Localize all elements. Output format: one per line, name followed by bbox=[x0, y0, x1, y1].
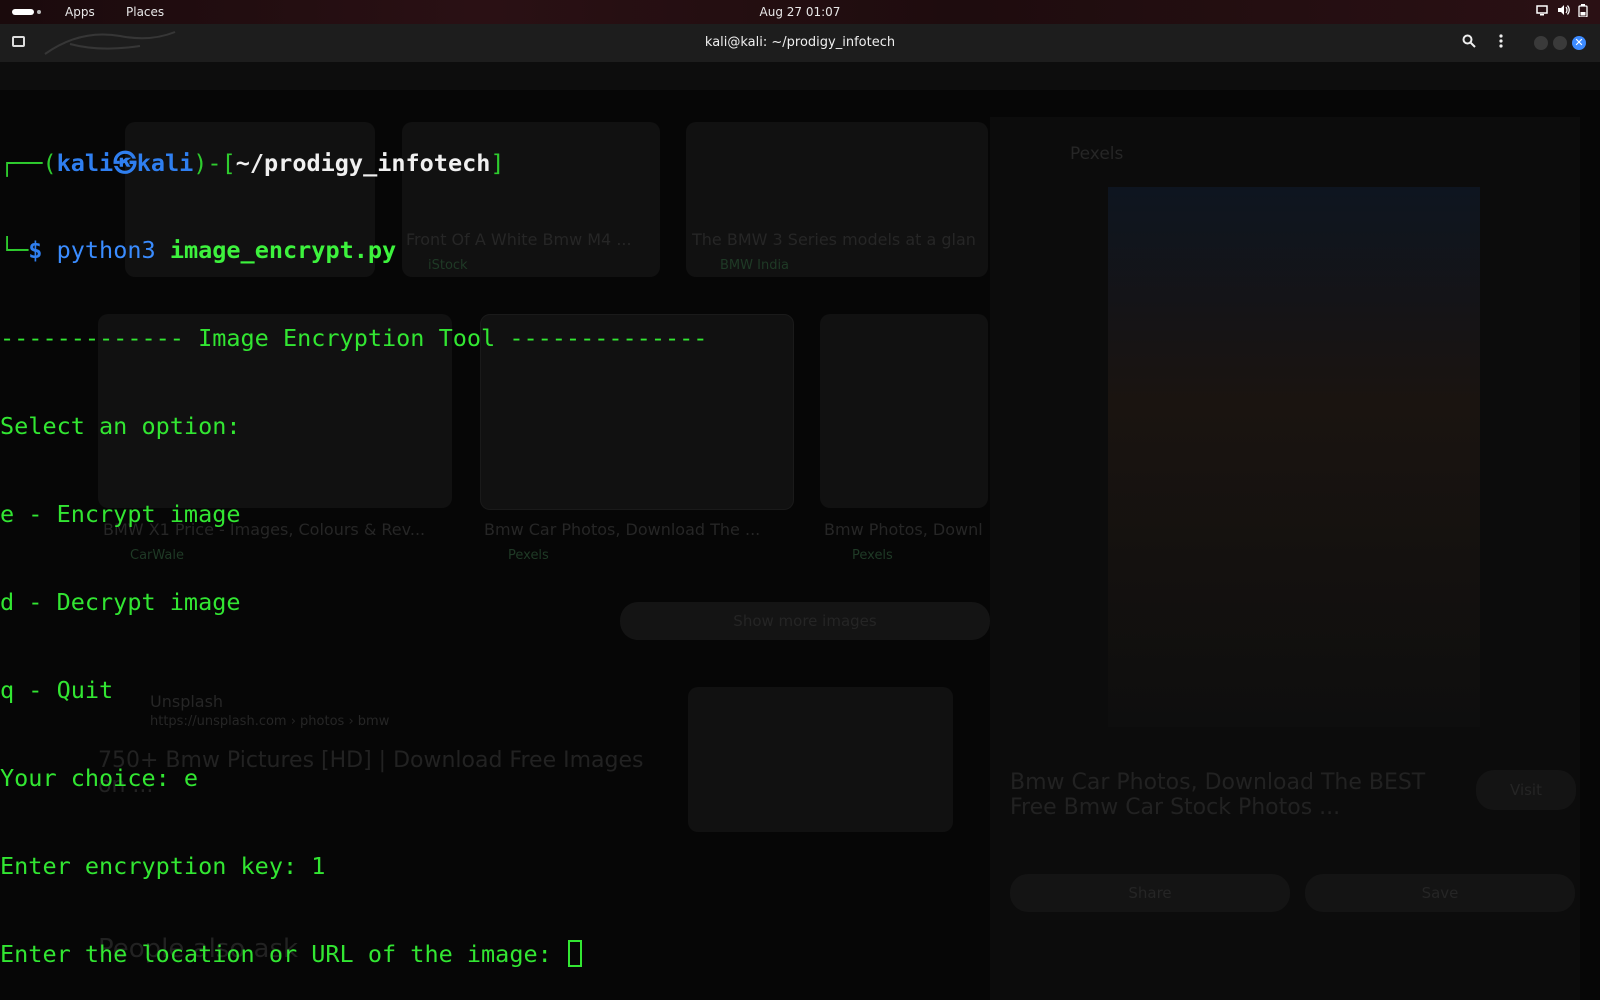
terminal-output[interactable]: ┌──(kali㉿kali)-[~/prodigy_infotech] └─$ … bbox=[0, 90, 1000, 998]
ghost-side-photo bbox=[1108, 187, 1480, 727]
choice-line: Your choice: e bbox=[0, 763, 199, 792]
command-argument: image_encrypt.py bbox=[169, 236, 397, 265]
prompt-line-1: ┌──(kali㉿kali)-[~/prodigy_infotech] bbox=[0, 149, 1000, 178]
prompt-bracket: )-[ bbox=[193, 148, 236, 177]
ghost-side-source: Pexels bbox=[1070, 144, 1124, 164]
close-button[interactable]: ✕ bbox=[1572, 36, 1586, 50]
key-line: Enter encryption key: 1 bbox=[0, 851, 326, 880]
maximize-button[interactable] bbox=[1553, 36, 1567, 50]
prompt-user: kali bbox=[56, 148, 114, 177]
volume-icon[interactable] bbox=[1557, 4, 1570, 17]
banner-line: ------------- Image Encryption Tool ----… bbox=[0, 324, 708, 353]
option-decrypt: d - Decrypt image bbox=[0, 588, 241, 617]
ghost-side-title: Bmw Car Photos, Download The BEST Free B… bbox=[1010, 770, 1426, 820]
option-encrypt: e - Encrypt image bbox=[0, 500, 241, 529]
prompt-at-symbol: ㉿ bbox=[113, 148, 137, 177]
ghost-visit-button: Visit bbox=[1476, 770, 1576, 810]
battery-icon[interactable] bbox=[1578, 4, 1590, 18]
ghost-save-button: Save bbox=[1305, 874, 1575, 912]
screen-icon[interactable] bbox=[1536, 4, 1548, 17]
ghost-share-button: Share bbox=[1010, 874, 1290, 912]
prompt-dollar: $ bbox=[28, 236, 43, 265]
prompt-path: ~/prodigy_infotech bbox=[235, 148, 491, 177]
search-icon[interactable] bbox=[1462, 34, 1476, 52]
prompt-corner: └─ bbox=[0, 236, 29, 265]
system-top-bar: Apps Places Aug 27 01:07 bbox=[0, 0, 1600, 24]
option-quit: q - Quit bbox=[0, 675, 114, 704]
prompt-line-2: └─$ python3 image_encrypt.py bbox=[0, 236, 1000, 265]
prompt-bracket: ] bbox=[490, 148, 505, 177]
ghost-address-bar bbox=[0, 62, 1600, 90]
terminal-header-bar: kali@kali: ~/prodigy_infotech ✕ bbox=[0, 24, 1600, 63]
select-line: Select an option: bbox=[0, 412, 241, 441]
window-title: kali@kali: ~/prodigy_infotech bbox=[704, 35, 896, 50]
system-tray[interactable] bbox=[1536, 4, 1590, 18]
clock[interactable]: Aug 27 01:07 bbox=[0, 5, 1600, 19]
location-prompt-line[interactable]: Enter the location or URL of the image: bbox=[0, 939, 1000, 969]
kebab-menu-icon[interactable] bbox=[1499, 34, 1503, 52]
location-prompt: Enter the location or URL of the image: bbox=[0, 939, 566, 968]
minimize-button[interactable] bbox=[1534, 36, 1548, 50]
command-name: python3 bbox=[56, 236, 156, 265]
prompt-host: kali bbox=[136, 148, 194, 177]
terminal-cursor[interactable] bbox=[567, 939, 582, 967]
prompt-bracket: ┌──( bbox=[0, 148, 57, 177]
